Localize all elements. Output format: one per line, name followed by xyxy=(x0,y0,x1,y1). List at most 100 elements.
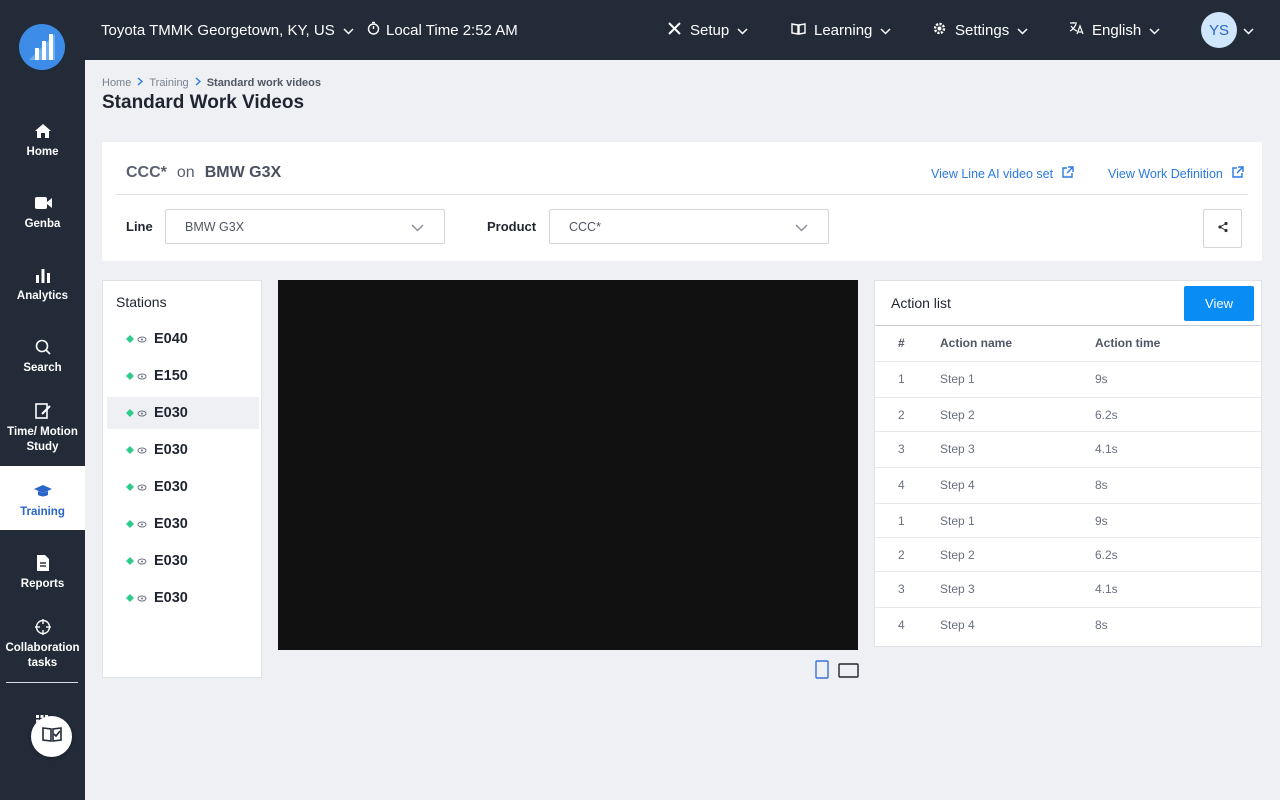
sidebar-item-reports[interactable]: Reports xyxy=(0,552,85,600)
sidebar-item-label: Analytics xyxy=(16,290,69,302)
station-item[interactable]: E030 xyxy=(107,471,259,503)
avatar-initials: YS xyxy=(1208,21,1229,39)
setup-menu[interactable]: Setup xyxy=(667,0,748,60)
station-item[interactable]: E030 xyxy=(107,508,259,540)
station-label: E030 xyxy=(154,442,188,458)
chevron-right-icon xyxy=(195,77,201,89)
selection-heading: CCC* on BMW G3X xyxy=(126,164,281,182)
cell-number: 1 xyxy=(898,514,905,528)
eye-icon xyxy=(137,484,147,490)
diamond-icon xyxy=(126,446,134,454)
station-item[interactable]: E030 xyxy=(107,434,259,466)
table-row[interactable]: 3 Step 3 4.1s xyxy=(875,571,1261,607)
chevron-right-icon xyxy=(137,77,144,89)
station-item[interactable]: E030 xyxy=(107,397,259,429)
sidebar-item-genba[interactable]: Genba xyxy=(0,192,85,240)
heading-product: CCC* xyxy=(126,164,167,181)
station-label: E030 xyxy=(154,479,188,495)
station-status-icons xyxy=(126,483,147,491)
breadcrumb-home[interactable]: Home xyxy=(102,77,131,89)
station-status-icons xyxy=(126,409,147,417)
line-select[interactable]: BMW G3X xyxy=(165,209,445,244)
station-item[interactable]: E150 xyxy=(107,360,259,392)
table-row[interactable]: 2 Step 2 6.2s xyxy=(875,537,1261,571)
sidebar-item-analytics[interactable]: Analytics xyxy=(0,264,85,312)
sidebar-item-home[interactable]: Home xyxy=(0,120,85,168)
cell-number: 2 xyxy=(898,548,905,562)
station-item[interactable]: E040 xyxy=(107,323,259,355)
cell-action-name: Step 2 xyxy=(940,548,975,562)
eye-icon xyxy=(137,410,147,416)
table-row[interactable]: 3 Step 3 4.1s xyxy=(875,431,1261,467)
chevron-down-icon xyxy=(737,22,748,39)
action-list-title: Action list xyxy=(891,295,951,311)
table-row[interactable]: 1 Step 1 9s xyxy=(875,361,1261,397)
station-status-icons xyxy=(126,446,147,454)
language-label: English xyxy=(1092,21,1142,39)
table-row[interactable]: 2 Step 2 6.2s xyxy=(875,397,1261,431)
column-header-action-time: Action time xyxy=(1095,336,1161,350)
cell-number: 2 xyxy=(898,408,905,422)
sidebar-item-time-motion-study[interactable]: Time/ Motion Study xyxy=(0,400,85,456)
station-item[interactable]: E030 xyxy=(107,545,259,577)
breadcrumb: Home Training Standard work videos xyxy=(102,77,321,89)
column-header-action-name: Action name xyxy=(940,336,1013,350)
portrait-view-icon[interactable] xyxy=(815,660,829,684)
sidebar-item-search[interactable]: Search xyxy=(0,336,85,384)
tools-icon xyxy=(667,21,682,40)
chevron-down-icon xyxy=(1149,22,1160,39)
cell-action-time: 9s xyxy=(1095,372,1108,386)
share-button[interactable] xyxy=(1203,209,1242,248)
view-line-ai-video-set-link[interactable]: View Line AI video set xyxy=(931,166,1074,182)
chevron-down-icon xyxy=(1243,22,1254,39)
settings-menu[interactable]: Settings xyxy=(932,0,1028,60)
cell-number: 1 xyxy=(898,372,905,386)
view-button[interactable]: View xyxy=(1184,286,1254,321)
language-selector[interactable]: English xyxy=(1069,0,1160,60)
user-menu-toggle[interactable] xyxy=(1243,0,1254,60)
sidebar-divider xyxy=(6,682,78,683)
cell-action-time: 8s xyxy=(1095,478,1108,492)
diamond-icon xyxy=(126,372,134,380)
action-list-panel: Action list View # Action name Action ti… xyxy=(874,280,1262,647)
station-item[interactable]: E030 xyxy=(107,582,259,614)
view-work-definition-link[interactable]: View Work Definition xyxy=(1108,166,1244,182)
station-label: E150 xyxy=(154,368,188,384)
breadcrumb-training[interactable]: Training xyxy=(149,77,188,89)
sidebar-item-collaboration-tasks[interactable]: Collaboration tasks xyxy=(0,616,85,672)
table-row[interactable]: 1 Step 1 9s xyxy=(875,503,1261,537)
column-header-number: # xyxy=(898,336,905,350)
page-title: Standard Work Videos xyxy=(102,92,305,113)
bar-chart-icon xyxy=(32,264,54,286)
chevron-down-icon xyxy=(795,221,808,235)
product-select[interactable]: CCC* xyxy=(549,209,829,244)
chevron-down-icon xyxy=(343,22,354,39)
sidebar-item-label: Search xyxy=(23,362,62,374)
local-time: Local Time 2:52 AM xyxy=(367,0,518,60)
user-avatar[interactable]: YS xyxy=(1201,12,1237,48)
table-row[interactable]: 4 Step 4 8s xyxy=(875,467,1261,503)
location-text: Toyota TMMK Georgetown, KY, US xyxy=(101,21,335,39)
card-divider xyxy=(116,194,1248,195)
share-icon xyxy=(1217,220,1229,238)
landscape-view-icon[interactable] xyxy=(838,663,859,683)
open-book-icon xyxy=(41,725,63,748)
setup-label: Setup xyxy=(690,21,730,39)
learning-menu[interactable]: Learning xyxy=(791,0,891,60)
help-book-button[interactable] xyxy=(31,716,72,757)
heading-on: on xyxy=(176,164,195,181)
app-logo[interactable] xyxy=(19,24,65,70)
video-player[interactable] xyxy=(278,280,858,650)
cell-action-name: Step 3 xyxy=(940,582,975,596)
translate-icon xyxy=(1069,21,1084,39)
local-time-text: Local Time 2:52 AM xyxy=(386,21,518,39)
diamond-icon xyxy=(126,409,134,417)
link-label: View Line AI video set xyxy=(931,167,1054,181)
sidebar-item-training[interactable]: Training xyxy=(0,466,85,530)
sidebar-item-label: Genba xyxy=(24,218,61,230)
graduation-cap-icon xyxy=(32,480,54,502)
location-selector[interactable]: Toyota TMMK Georgetown, KY, US xyxy=(101,0,354,60)
table-row[interactable]: 4 Step 4 8s xyxy=(875,607,1261,641)
search-icon xyxy=(32,336,54,358)
link-label: View Work Definition xyxy=(1108,167,1223,181)
